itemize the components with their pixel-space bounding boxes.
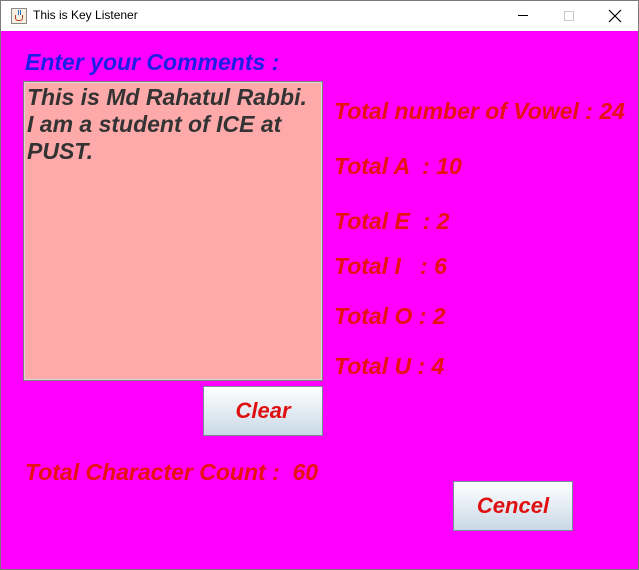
minimize-button[interactable] xyxy=(500,1,546,31)
total-o-label: Total O : 2 xyxy=(334,303,446,329)
maximize-icon xyxy=(564,11,574,21)
close-icon xyxy=(608,9,622,23)
total-a-label: Total A : 10 xyxy=(334,153,462,179)
total-u-label: Total U : 4 xyxy=(334,353,445,379)
java-cup-icon xyxy=(11,8,27,24)
character-count-label: Total Character Count : 60 xyxy=(25,459,319,485)
total-i-label: Total I : 6 xyxy=(334,253,447,279)
window-title: This is Key Listener xyxy=(33,8,138,22)
comments-textarea[interactable]: This is Md Rahatul Rabbi. I am a student… xyxy=(23,81,323,381)
total-vowel-label: Total number of Vowel : 24 xyxy=(334,98,625,124)
total-e-label: Total E : 2 xyxy=(334,208,450,234)
title-bar[interactable]: This is Key Listener xyxy=(1,1,638,31)
cancel-button[interactable]: Cencel xyxy=(453,481,573,531)
minimize-icon xyxy=(518,15,528,16)
maximize-button[interactable] xyxy=(546,1,592,31)
comments-label: Enter your Comments : xyxy=(25,49,280,75)
close-button[interactable] xyxy=(592,1,638,31)
app-window: This is Key Listener Enter your Comments… xyxy=(0,0,639,570)
clear-button[interactable]: Clear xyxy=(203,386,323,436)
